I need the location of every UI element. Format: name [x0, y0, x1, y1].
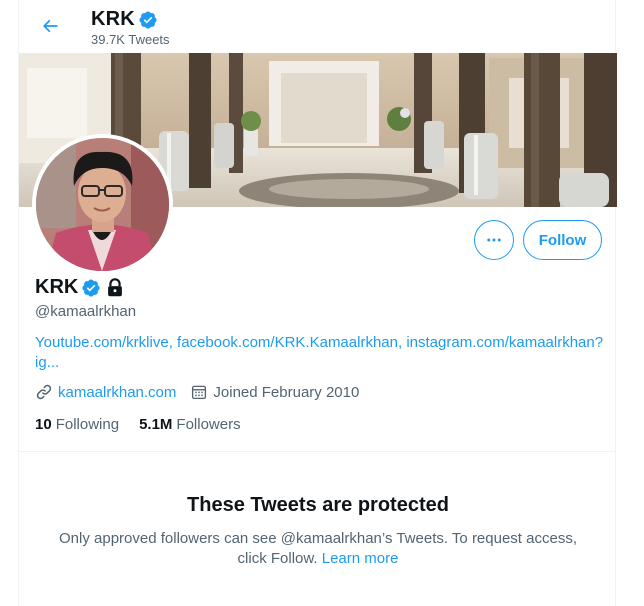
followers-label: Followers	[176, 416, 241, 433]
protected-message-text: Only approved followers can see @kamaalr…	[59, 530, 577, 567]
profile-column: KRK 39.7K Tweets Follow KRK @kamaalrkhan…	[18, 0, 617, 606]
profile-bio: Youtube.com/krklive, facebook.com/KRK.Ka…	[35, 334, 604, 371]
lock-icon	[108, 277, 123, 296]
top-header: KRK 39.7K Tweets	[19, 0, 617, 53]
profile-website-link[interactable]: kamaalrkhan.com	[58, 384, 176, 401]
more-options-button[interactable]	[474, 220, 514, 260]
protected-title: These Tweets are protected	[187, 494, 449, 516]
learn-more-link[interactable]: Learn more	[322, 550, 399, 567]
protected-message: Only approved followers can see @kamaalr…	[47, 529, 589, 569]
section-divider	[19, 451, 617, 452]
header-title: KRK	[91, 8, 158, 31]
following-count: 10	[35, 416, 52, 433]
following-label: Following	[55, 416, 120, 433]
bio-link-youtube[interactable]: Youtube.com/krklive	[35, 334, 169, 351]
more-icon	[487, 238, 501, 242]
verified-badge-icon	[82, 278, 100, 297]
followers-count: 5.1M	[139, 416, 173, 433]
verified-badge-icon	[139, 10, 157, 29]
avatar-image	[36, 138, 169, 271]
profile-meta: kamaalrkhan.com Joined February 2010	[35, 383, 359, 401]
follow-stats: 10 Following 5.1M Followers	[35, 416, 261, 433]
link-icon	[35, 383, 53, 401]
profile-handle: @kamaalrkhan	[35, 303, 137, 320]
followers-link[interactable]: 5.1M Followers	[139, 416, 241, 433]
back-button[interactable]	[32, 8, 68, 44]
header-name: KRK	[91, 8, 135, 30]
profile-name: KRK	[35, 276, 79, 298]
profile-name-row: KRK	[35, 276, 126, 299]
joined-date: Joined February 2010	[213, 383, 360, 401]
arrow-left-icon	[42, 19, 58, 33]
tweet-count: 39.7K Tweets	[91, 32, 170, 47]
calendar-icon	[190, 383, 208, 401]
following-link[interactable]: 10 Following	[35, 416, 119, 433]
profile-avatar[interactable]	[32, 134, 173, 275]
follow-button[interactable]: Follow	[523, 220, 602, 260]
bio-link-facebook[interactable]: facebook.com/KRK.Kamaalrkhan	[177, 334, 398, 351]
